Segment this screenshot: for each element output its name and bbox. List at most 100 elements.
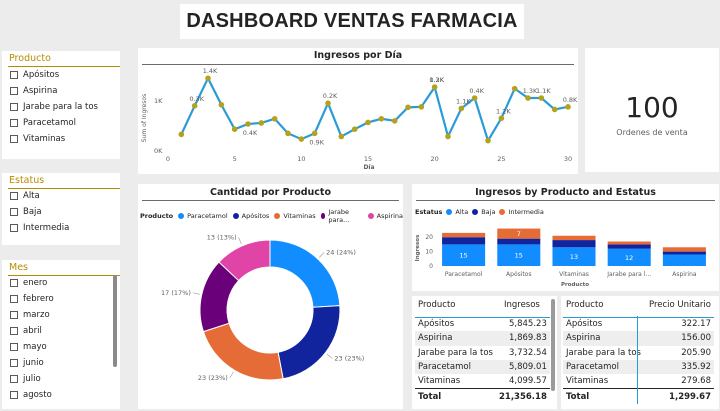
- slicer-option[interactable]: Baja: [10, 206, 42, 218]
- x-tick-label: Jarabe para l...: [606, 271, 651, 278]
- slicer-option[interactable]: Alta: [10, 190, 40, 202]
- slicer-option[interactable]: Intermedia: [10, 222, 69, 234]
- data-label: 0.2K: [429, 76, 444, 84]
- checkbox[interactable]: [10, 135, 18, 143]
- data-label: 13: [570, 253, 578, 261]
- dashboard-title: DASHBOARD VENTAS FARMACIA: [186, 10, 518, 32]
- table-row[interactable]: Paracetamol 335.92: [563, 359, 714, 375]
- table-row[interactable]: Jarabe para la tos 205.90: [563, 346, 714, 360]
- slicer-option[interactable]: junio: [10, 357, 44, 369]
- checkbox[interactable]: [10, 327, 18, 335]
- column-header[interactable]: Precio Unitario: [645, 296, 714, 314]
- bar-segment: [442, 232, 486, 238]
- slicer-option[interactable]: Aspirina: [10, 85, 57, 97]
- slicer-option[interactable]: febrero: [10, 293, 54, 305]
- data-label: 23 (23%): [198, 374, 228, 382]
- data-point: [471, 95, 478, 101]
- x-tick-label: Paracetamol: [445, 271, 483, 278]
- data-point: [258, 120, 265, 126]
- checkbox[interactable]: [10, 295, 18, 303]
- data-point: [525, 95, 531, 101]
- x-tick-label: 10: [297, 155, 305, 163]
- column-header[interactable]: Producto: [415, 296, 496, 314]
- checkbox[interactable]: [10, 103, 18, 111]
- data-label: 0.9K: [309, 138, 324, 146]
- slicer-option[interactable]: Vitaminas: [10, 133, 65, 145]
- data-point: [218, 101, 225, 108]
- column-header[interactable]: Ingresos: [496, 296, 550, 314]
- kpi-value: 100: [625, 91, 679, 124]
- checkbox[interactable]: [10, 279, 18, 287]
- checkbox[interactable]: [10, 224, 18, 232]
- checkbox[interactable]: [10, 391, 18, 399]
- checkbox[interactable]: [10, 343, 18, 351]
- slicer-option[interactable]: Jarabe para la tos: [10, 101, 98, 113]
- slicer-option[interactable]: enero: [10, 277, 47, 289]
- slicer-scrollbar[interactable]: [113, 275, 117, 367]
- precio-table-panel: Producto Precio Unitario Apósitos 322.17 …: [561, 296, 719, 409]
- table-header-row: Producto Precio Unitario: [563, 296, 714, 314]
- x-tick-label: Aspirina: [672, 271, 697, 278]
- x-axis-label: Producto: [561, 282, 589, 288]
- data-label: 15: [515, 252, 523, 260]
- slicer-option[interactable]: abril: [10, 325, 42, 337]
- leader-line: [192, 292, 200, 295]
- data-point: [245, 121, 251, 127]
- slicer-option[interactable]: Paracetamol: [10, 117, 76, 129]
- slicer-option[interactable]: Apósitos: [10, 69, 59, 81]
- table-row[interactable]: Vitaminas 279.68: [563, 374, 714, 388]
- column-header[interactable]: Producto: [563, 296, 645, 314]
- table-total-row: Total 21,356.18: [415, 387, 550, 405]
- x-tick-label: 25: [497, 155, 505, 163]
- line-chart-panel: Ingresos por Día Sum of Ingresos 0K 1K 0…: [138, 48, 578, 174]
- checkbox[interactable]: [10, 71, 18, 79]
- data-point: [458, 105, 465, 112]
- bar-segment: [552, 240, 596, 248]
- data-label: 17 (17%): [161, 289, 191, 297]
- slicer-option[interactable]: agosto: [10, 389, 52, 401]
- x-axis-label: Día: [363, 164, 374, 171]
- table-row[interactable]: Apósitos 322.17: [563, 317, 714, 331]
- checkbox[interactable]: [10, 208, 18, 216]
- bar-segment: [607, 244, 651, 249]
- donut-slice: [277, 305, 341, 380]
- table-row[interactable]: Aspirina 1,869.83: [415, 331, 550, 346]
- slicer-option[interactable]: marzo: [10, 309, 50, 321]
- data-point: [325, 100, 331, 106]
- table-row[interactable]: Apósitos 5,845.23: [415, 317, 550, 331]
- checkbox[interactable]: [10, 192, 18, 200]
- leader-line: [326, 353, 333, 359]
- x-tick-label: 20: [431, 155, 439, 163]
- table-scrollbar[interactable]: [551, 299, 555, 391]
- table-row[interactable]: Aspirina 156.00: [563, 331, 714, 346]
- title-underline: [142, 200, 399, 201]
- y-tick-label: 20: [425, 234, 433, 241]
- slicer-option[interactable]: julio: [10, 373, 41, 385]
- data-point: [351, 126, 358, 132]
- bar-segment: [662, 251, 706, 255]
- data-label: 1.1K: [536, 87, 551, 95]
- slicer-option[interactable]: mayo: [10, 341, 47, 353]
- checkbox[interactable]: [10, 311, 18, 319]
- checkbox[interactable]: [10, 119, 18, 127]
- donut-chart-panel: Cantidad por Producto Producto Paracetam…: [138, 184, 403, 409]
- checkbox[interactable]: [10, 375, 18, 383]
- data-point: [391, 118, 398, 124]
- table-row[interactable]: Vitaminas 4,099.57: [415, 374, 550, 388]
- checkbox[interactable]: [10, 87, 18, 95]
- y-tick-label: 1K: [154, 97, 163, 105]
- data-point: [418, 104, 425, 110]
- slicer-mes: Mes enero febrero marzo abril mayo junio…: [2, 260, 120, 409]
- y-tick-label: 0: [429, 263, 433, 270]
- y-axis-label: Sum of Ingresos: [141, 94, 148, 142]
- leader-line: [229, 371, 234, 379]
- data-point: [378, 116, 385, 122]
- checkbox[interactable]: [10, 359, 18, 367]
- data-point: [485, 137, 491, 144]
- data-label: 12: [625, 254, 633, 262]
- bar-segment: [662, 254, 706, 266]
- table-row[interactable]: Jarabe para la tos 3,732.54: [415, 346, 550, 360]
- table-row[interactable]: Paracetamol 5,809.01: [415, 359, 550, 375]
- data-point: [538, 95, 545, 101]
- data-label: 13 (13%): [207, 233, 237, 241]
